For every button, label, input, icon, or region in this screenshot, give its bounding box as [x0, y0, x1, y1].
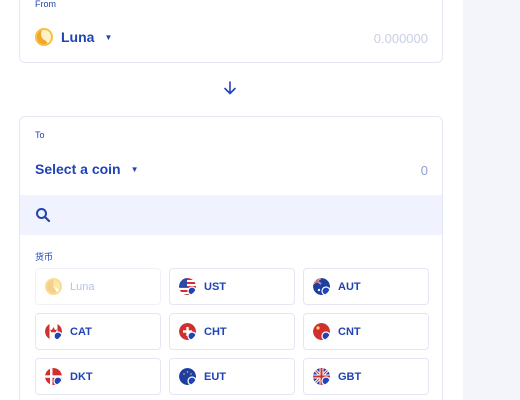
- coin-tile-cat[interactable]: CAT: [35, 313, 161, 350]
- coin-tile-eut[interactable]: EUT: [169, 358, 295, 395]
- to-label: To: [35, 130, 45, 140]
- to-amount: 0: [420, 163, 428, 178]
- to-card: To Select a coin ▼ 0 货币 Luna UST AUT CAT…: [19, 116, 443, 400]
- us-flag-icon: [179, 278, 196, 295]
- switzerland-flag-icon: [179, 323, 196, 340]
- coin-tile-label: CHT: [204, 325, 227, 338]
- coin-grid: Luna UST AUT CAT CHT CNT DKT EUT GBT: [35, 268, 429, 395]
- canada-flag-icon: [45, 323, 62, 340]
- coin-tile-label: CAT: [70, 325, 92, 338]
- from-label: From: [35, 0, 56, 9]
- luna-icon: [45, 278, 62, 295]
- coin-tile-ust[interactable]: UST: [169, 268, 295, 305]
- to-coin-select[interactable]: Select a coin ▼: [35, 161, 139, 177]
- caret-down-icon: ▼: [104, 32, 113, 42]
- coin-search-input[interactable]: [60, 203, 430, 227]
- coin-tile-luna: Luna: [35, 268, 161, 305]
- coin-tile-label: Luna: [70, 280, 95, 293]
- coin-tile-cht[interactable]: CHT: [169, 313, 295, 350]
- from-card: From Luna ▼ 0.000000: [19, 0, 443, 63]
- china-flag-icon: [313, 323, 330, 340]
- coin-tile-label: UST: [204, 280, 226, 293]
- coin-tile-gbt[interactable]: GBT: [303, 358, 429, 395]
- uk-flag-icon: [313, 368, 330, 385]
- arrow-down-icon[interactable]: [222, 80, 238, 96]
- coin-search-bar: [20, 195, 442, 235]
- coin-tile-label: EUT: [204, 370, 226, 383]
- coin-tile-dkt[interactable]: DKT: [35, 358, 161, 395]
- coin-tile-label: GBT: [338, 370, 362, 383]
- caret-down-icon: ▼: [130, 164, 139, 174]
- australia-flag-icon: [313, 278, 330, 295]
- from-coin-select[interactable]: Luna ▼: [35, 28, 112, 46]
- search-icon: [36, 208, 51, 223]
- coin-tile-aut[interactable]: AUT: [303, 268, 429, 305]
- denmark-flag-icon: [45, 368, 62, 385]
- luna-icon: [35, 28, 53, 46]
- coin-tile-label: AUT: [338, 280, 361, 293]
- side-panel: [463, 0, 520, 400]
- coin-tile-cnt[interactable]: CNT: [303, 313, 429, 350]
- coin-tile-label: CNT: [338, 325, 361, 338]
- eu-flag-icon: [179, 368, 196, 385]
- to-coin-name: Select a coin: [35, 161, 121, 177]
- coin-tile-label: DKT: [70, 370, 93, 383]
- from-coin-name: Luna: [61, 29, 95, 45]
- from-amount-input[interactable]: 0.000000: [374, 31, 428, 46]
- currency-section-title: 货币: [35, 252, 54, 262]
